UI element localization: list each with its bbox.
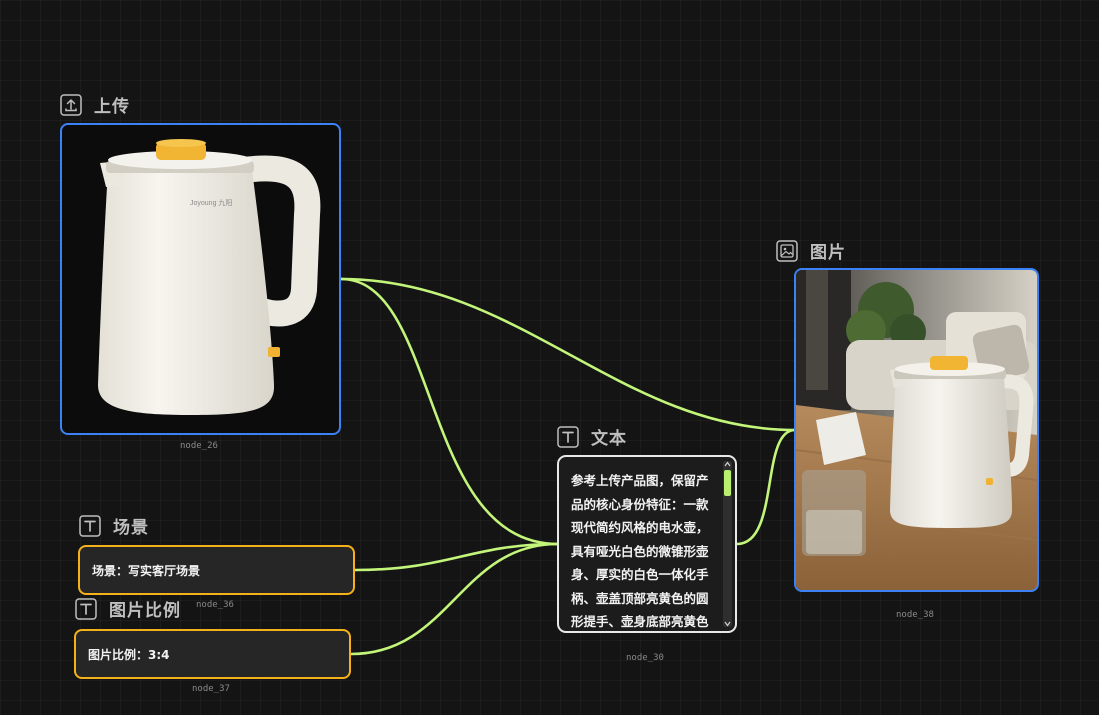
scene-text-card[interactable]: 场景：写实客厅场景 bbox=[78, 545, 355, 595]
prompt-text-node[interactable]: 参考上传产品图，保留产品的核心身份特征：一款现代简约风格的电水壶，具有哑光白色的… bbox=[557, 455, 737, 633]
scene-text-content: 场景：写实客厅场景 bbox=[92, 563, 201, 578]
scroll-down-arrow-icon[interactable] bbox=[723, 619, 732, 629]
uploaded-kettle-image: Joyoung 九阳 bbox=[98, 139, 321, 415]
scene-node-id: node_36 bbox=[196, 600, 234, 610]
text-icon bbox=[75, 597, 97, 620]
scene-node-title[interactable]: 场景 bbox=[79, 513, 149, 538]
scene-node-label: 场景 bbox=[113, 518, 149, 538]
generated-living-room-image bbox=[796, 270, 1037, 590]
scrollbar-thumb[interactable] bbox=[724, 470, 731, 496]
ratio-node-title[interactable]: 图片比例 bbox=[75, 596, 181, 621]
image-node-title[interactable]: 图片 bbox=[776, 238, 846, 263]
kettle-brand-text: Joyoung 九阳 bbox=[190, 198, 232, 207]
ratio-node-label: 图片比例 bbox=[109, 601, 181, 621]
wire-ratio-to-text bbox=[349, 542, 560, 656]
upload-node-title[interactable]: 上传 bbox=[60, 92, 130, 117]
scroll-up-arrow-icon[interactable] bbox=[723, 459, 732, 469]
text-node-title[interactable]: 文本 bbox=[557, 424, 627, 449]
upload-icon bbox=[60, 93, 82, 116]
wire-scene-to-text bbox=[353, 542, 560, 572]
upload-node-label: 上传 bbox=[94, 97, 130, 117]
upload-image-node[interactable]: Joyoung 九阳 bbox=[60, 123, 341, 435]
ratio-node-id: node_37 bbox=[192, 684, 230, 694]
text-icon bbox=[557, 425, 579, 448]
text-node-id: node_30 bbox=[626, 653, 664, 663]
wire-upload-to-text bbox=[339, 277, 560, 546]
wire-upload-to-image bbox=[339, 277, 797, 432]
text-node-label: 文本 bbox=[591, 429, 627, 449]
prompt-text-content[interactable]: 参考上传产品图，保留产品的核心身份特征：一款现代简约风格的电水壶，具有哑光白色的… bbox=[571, 469, 711, 631]
ratio-text-content: 图片比例：3:4 bbox=[88, 647, 170, 662]
text-icon bbox=[79, 514, 101, 537]
ratio-text-card[interactable]: 图片比例：3:4 bbox=[74, 629, 351, 679]
image-node-id: node_38 bbox=[896, 610, 934, 620]
image-node-label: 图片 bbox=[810, 243, 846, 263]
generated-image-node[interactable] bbox=[794, 268, 1039, 592]
upload-node-id: node_26 bbox=[180, 441, 218, 451]
wire-text-to-image bbox=[735, 428, 797, 546]
image-icon bbox=[776, 239, 798, 262]
